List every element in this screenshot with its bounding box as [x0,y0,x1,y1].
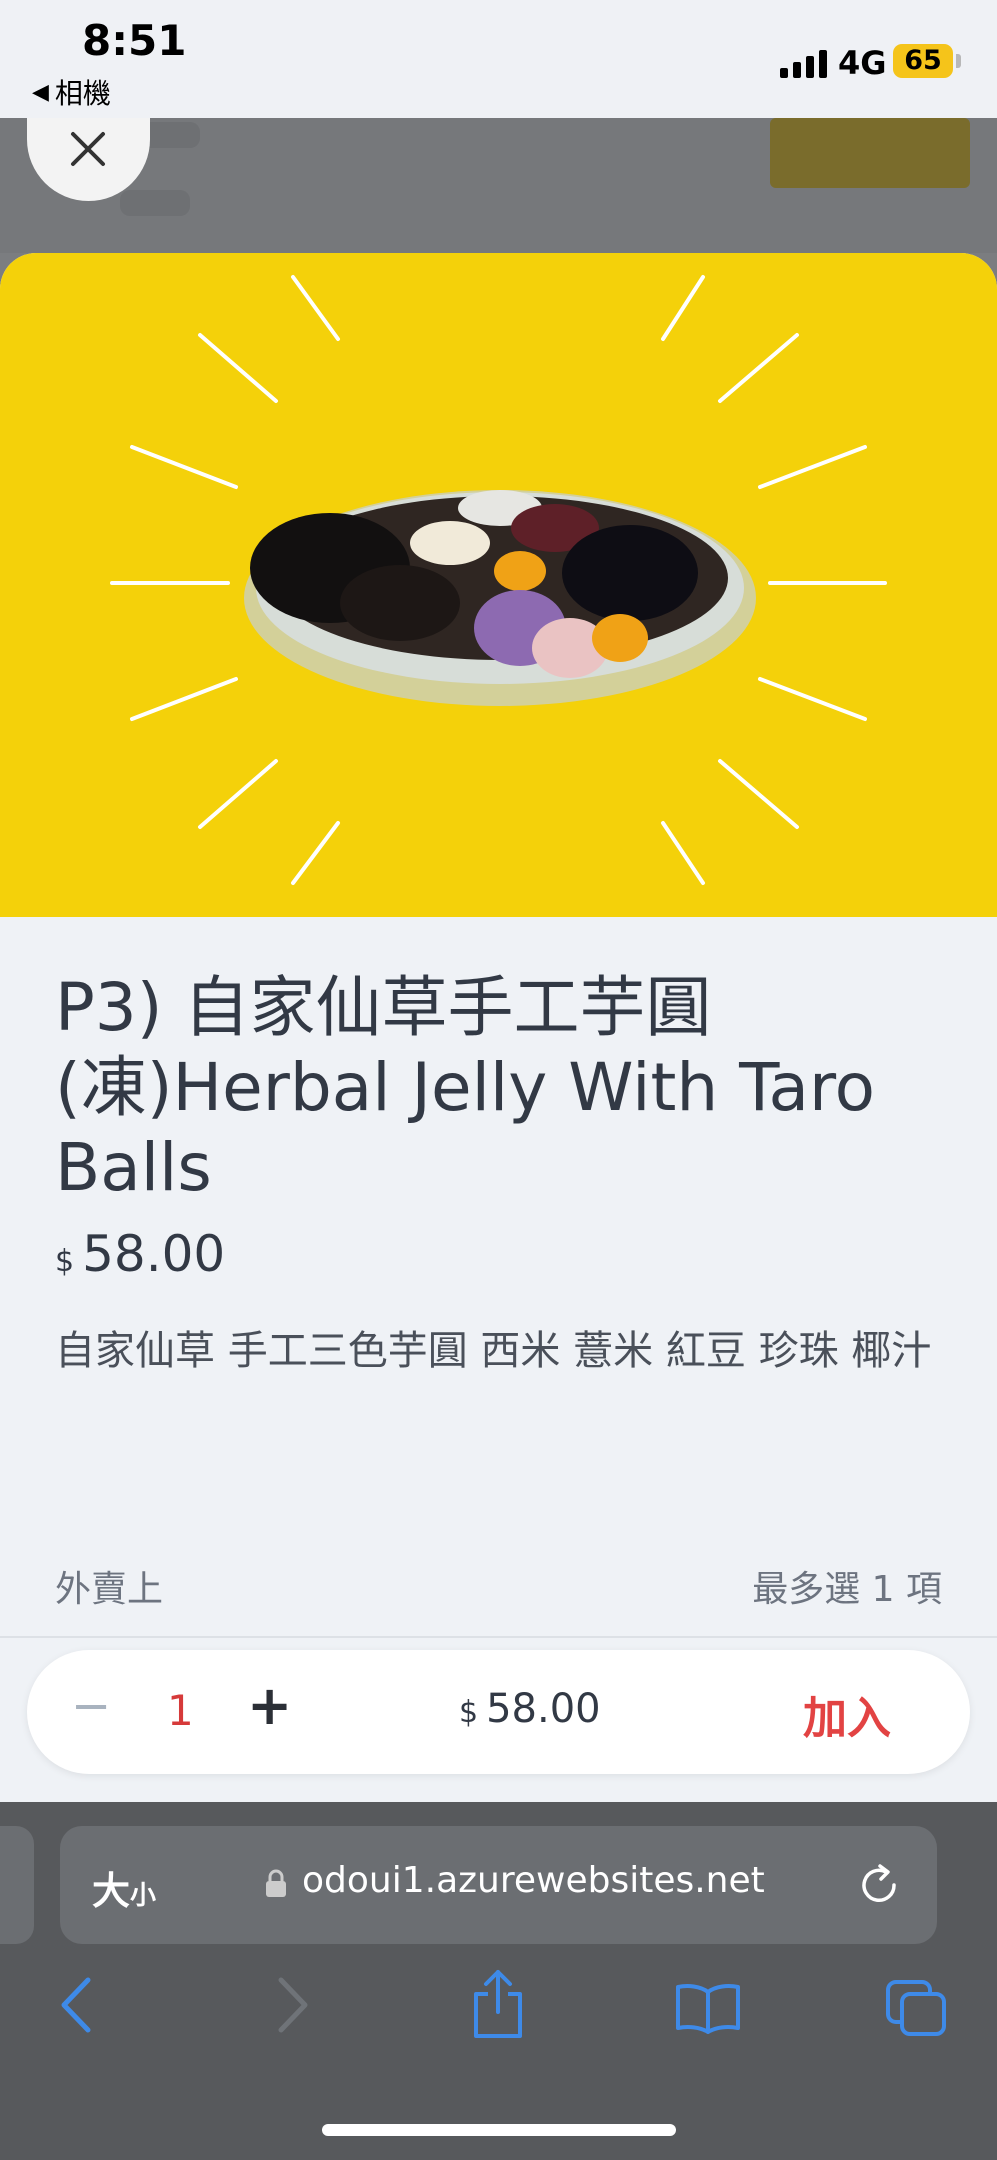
product-price: $58.00 [55,1225,225,1283]
total-amount: 58.00 [486,1686,601,1732]
product-description: 自家仙草 手工三色芋圓 西米 薏米 紅豆 珍珠 椰汁 [55,1328,932,1374]
currency-symbol: $ [459,1695,479,1730]
lock-icon [266,1869,286,1897]
status-bar: 8:51 ◀ 相機 4G 65 [0,0,997,118]
cart-total: $58.00 [459,1686,601,1732]
reload-icon[interactable] [856,1862,902,1908]
quantity-increase-button[interactable]: + [247,1674,292,1737]
divider [0,1636,997,1638]
network-type: 4G [838,44,887,82]
background-text-blur [120,190,190,216]
herbal-jelly-bowl-illustration [110,275,887,885]
text-size-button[interactable]: 大小 [92,1860,156,1915]
status-time: 8:51 [82,16,187,65]
url-text: odoui1.azurewebsites.net [302,1860,765,1901]
currency-symbol: $ [55,1244,75,1279]
quantity-decrease-button[interactable]: − [71,1678,111,1734]
chevron-left-icon[interactable] [58,1975,94,2035]
address-bar[interactable]: 大小 odoui1.azurewebsites.net [60,1826,937,1944]
text-size-small: 小 [130,1881,157,1911]
battery-icon: 65 [893,44,953,78]
price-amount: 58.00 [82,1225,226,1283]
back-to-app-button[interactable]: ◀ 相機 [32,72,111,112]
close-icon [71,132,105,166]
battery-tip [956,54,961,68]
home-indicator[interactable] [322,2124,676,2136]
background-thumbnail [770,118,970,188]
tabs-icon[interactable] [884,1978,948,2038]
back-app-label: 相機 [54,77,111,110]
option-group-limit: 最多選 1 項 [752,1569,942,1610]
option-group-label: 外賣上 [55,1569,164,1610]
add-to-cart-bar: − 1 + $58.00 加入 [27,1650,970,1774]
add-to-cart-button[interactable]: 加入 [803,1682,891,1746]
cellular-signal-icon [780,48,827,78]
quantity-value: 1 [167,1686,194,1735]
book-icon[interactable] [674,1982,742,2034]
text-size-big: 大 [92,1869,131,1913]
product-image [0,253,997,917]
share-icon[interactable] [470,1968,526,2040]
chevron-right-icon[interactable] [275,1975,311,2035]
back-triangle-icon: ◀ [32,79,49,105]
product-title: P3) 自家仙草手工芋圓(凍)Herbal Jelly With Taro Ba… [55,969,876,1206]
previous-tab-edge[interactable] [0,1826,34,1944]
